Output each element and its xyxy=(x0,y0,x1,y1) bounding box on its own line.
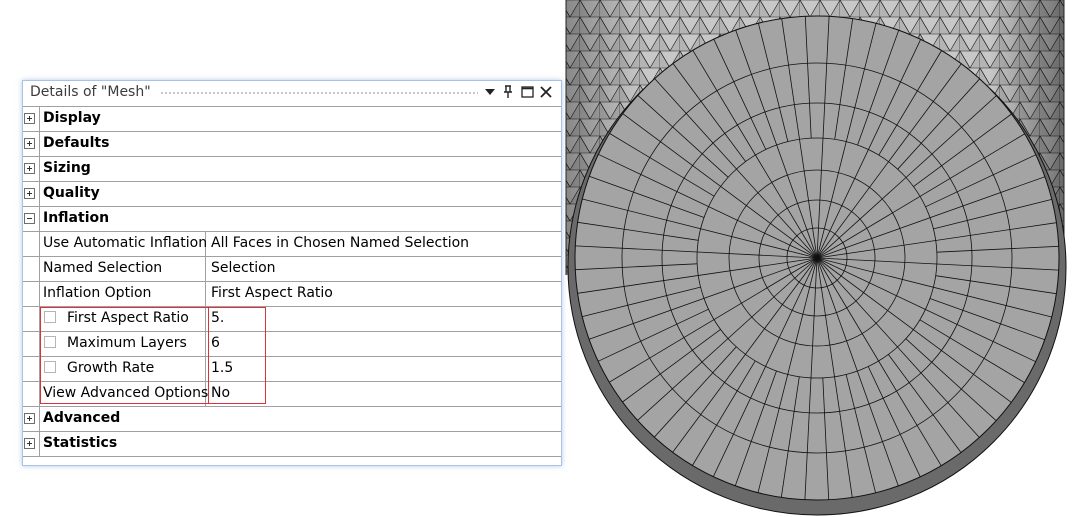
maximize-icon[interactable] xyxy=(518,83,536,101)
property-value-cell[interactable]: First Aspect Ratio xyxy=(207,282,561,306)
property-value: Selection xyxy=(211,260,276,276)
category-label: Defaults xyxy=(43,135,110,151)
category-label: Sizing xyxy=(43,160,91,176)
expand-plus-icon[interactable] xyxy=(24,188,35,199)
drag-grip[interactable] xyxy=(160,91,478,96)
row-gutter xyxy=(23,232,40,256)
expand-plus-icon[interactable] xyxy=(24,438,35,449)
property-value-cell[interactable]: No xyxy=(207,382,561,406)
property-row-growth-rate[interactable]: Growth Rate 1.5 xyxy=(23,357,561,382)
parameter-checkbox[interactable] xyxy=(44,336,56,348)
collapse-minus-icon[interactable] xyxy=(24,213,35,224)
row-gutter xyxy=(23,382,40,406)
property-name-cell: Maximum Layers xyxy=(40,332,206,356)
dropdown-arrow-icon[interactable] xyxy=(481,83,499,101)
close-icon[interactable] xyxy=(537,83,555,101)
property-name: View Advanced Options xyxy=(43,385,209,401)
property-row-maximum-layers[interactable]: Maximum Layers 6 xyxy=(23,332,561,357)
category-row-quality[interactable]: Quality xyxy=(23,182,561,207)
row-gutter xyxy=(23,132,40,156)
property-name-cell: Growth Rate xyxy=(40,357,206,381)
row-gutter xyxy=(23,307,40,331)
property-value-cell[interactable]: 5. xyxy=(207,307,561,331)
category-row-advanced[interactable]: Advanced xyxy=(23,407,561,432)
property-row-named-selection[interactable]: Named Selection Selection xyxy=(23,257,561,282)
category-row-sizing[interactable]: Sizing xyxy=(23,157,561,182)
row-gutter xyxy=(23,107,40,131)
property-name: First Aspect Ratio xyxy=(67,310,189,326)
expand-plus-icon[interactable] xyxy=(24,163,35,174)
property-value: 5. xyxy=(211,310,225,326)
property-name: Inflation Option xyxy=(43,285,152,301)
category-label: Statistics xyxy=(43,435,118,451)
property-grid: Display Defaults Sizing Quality Inflatio… xyxy=(23,106,561,457)
property-name-cell: Named Selection xyxy=(40,257,206,281)
row-gutter xyxy=(23,157,40,181)
property-name: Growth Rate xyxy=(67,360,155,376)
property-name-cell: First Aspect Ratio xyxy=(40,307,206,331)
property-value: 1.5 xyxy=(211,360,234,376)
category-label: Quality xyxy=(43,185,100,201)
row-gutter xyxy=(23,407,40,431)
category-label: Display xyxy=(43,110,101,126)
details-panel: Details of "Mesh" Display Defaults Sizin… xyxy=(22,80,562,466)
property-value: First Aspect Ratio xyxy=(211,285,333,301)
row-gutter xyxy=(23,207,40,231)
row-gutter xyxy=(23,332,40,356)
category-row-inflation[interactable]: Inflation xyxy=(23,207,561,232)
row-gutter xyxy=(23,357,40,381)
property-row-first-aspect-ratio[interactable]: First Aspect Ratio 5. xyxy=(23,307,561,332)
property-value-cell[interactable]: 6 xyxy=(207,332,561,356)
property-row-use-automatic-inflation[interactable]: Use Automatic Inflation All Faces in Cho… xyxy=(23,232,561,257)
category-label: Inflation xyxy=(43,210,110,226)
row-gutter xyxy=(23,182,40,206)
category-label: Advanced xyxy=(43,410,121,426)
property-name: Named Selection xyxy=(43,260,163,276)
property-value-cell[interactable]: All Faces in Chosen Named Selection xyxy=(207,232,561,256)
property-name: Use Automatic Inflation xyxy=(43,235,208,251)
expand-plus-icon[interactable] xyxy=(24,413,35,424)
category-row-statistics[interactable]: Statistics xyxy=(23,432,561,457)
expand-plus-icon[interactable] xyxy=(24,138,35,149)
property-value-cell[interactable]: Selection xyxy=(207,257,561,281)
parameter-checkbox[interactable] xyxy=(44,361,56,373)
property-value: All Faces in Chosen Named Selection xyxy=(211,235,470,251)
property-row-view-advanced-options[interactable]: View Advanced Options No xyxy=(23,382,561,407)
mesh-geometry xyxy=(565,0,1067,516)
row-gutter xyxy=(23,432,40,456)
parameter-checkbox[interactable] xyxy=(44,311,56,323)
property-row-inflation-option[interactable]: Inflation Option First Aspect Ratio xyxy=(23,282,561,307)
pin-icon[interactable] xyxy=(499,83,517,101)
row-gutter xyxy=(23,282,40,306)
panel-title: Details of "Mesh" xyxy=(30,84,151,100)
category-row-display[interactable]: Display xyxy=(23,107,561,132)
row-gutter xyxy=(23,257,40,281)
property-value: 6 xyxy=(211,335,220,351)
property-value-cell[interactable]: 1.5 xyxy=(207,357,561,381)
property-name-cell: View Advanced Options xyxy=(40,382,209,406)
expand-plus-icon[interactable] xyxy=(24,113,35,124)
property-name-cell: Inflation Option xyxy=(40,282,206,306)
property-value: No xyxy=(211,385,231,401)
category-row-defaults[interactable]: Defaults xyxy=(23,132,561,157)
panel-titlebar[interactable]: Details of "Mesh" xyxy=(23,81,561,105)
property-name: Maximum Layers xyxy=(67,335,187,351)
mesh-viewport[interactable] xyxy=(560,0,1083,517)
property-name-cell: Use Automatic Inflation xyxy=(40,232,208,256)
